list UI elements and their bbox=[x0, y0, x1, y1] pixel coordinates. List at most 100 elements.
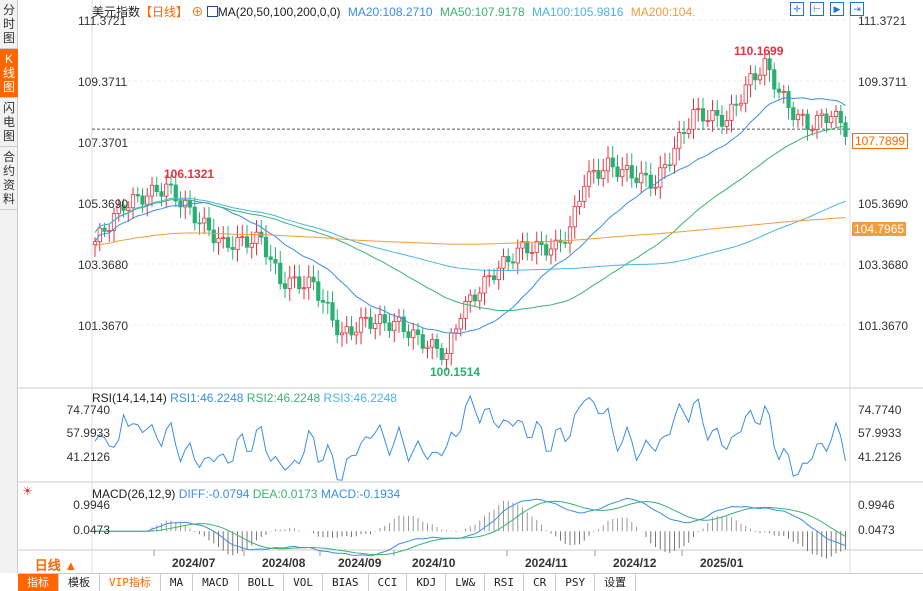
candle-body bbox=[168, 183, 174, 186]
ma100-value: MA100:105.9816 bbox=[531, 5, 624, 19]
tab-cci[interactable]: CCI bbox=[369, 574, 408, 591]
tab-kdj[interactable]: KDJ bbox=[407, 574, 447, 591]
date-label: 2024/09 bbox=[338, 556, 382, 570]
candle-body bbox=[368, 316, 373, 329]
candle-body bbox=[453, 328, 459, 334]
candle-body bbox=[496, 267, 501, 281]
tab-settings[interactable]: 设置 bbox=[595, 574, 637, 591]
candle-body bbox=[795, 114, 801, 121]
candle-body bbox=[705, 120, 710, 123]
candle-body bbox=[643, 172, 649, 176]
candle-body bbox=[653, 186, 658, 189]
candle-body bbox=[814, 115, 820, 130]
tab-vol[interactable]: VOL bbox=[284, 574, 323, 591]
settings-sun-icon[interactable]: ☀ bbox=[22, 484, 33, 498]
candle-body bbox=[772, 69, 777, 90]
candle-body bbox=[757, 74, 763, 81]
candle-body bbox=[335, 319, 340, 336]
tab-lw[interactable]: LW& bbox=[446, 574, 486, 591]
tab-flash[interactable]: 闪电图 bbox=[0, 98, 18, 147]
tab-kline[interactable]: K线图 bbox=[0, 49, 18, 98]
candle-body bbox=[482, 276, 487, 294]
tab-vip-indicator[interactable]: VIP指标 bbox=[100, 574, 161, 591]
tab-timeshare[interactable]: 分时图 bbox=[0, 0, 18, 49]
candle-body bbox=[577, 200, 582, 207]
candle-body bbox=[686, 128, 691, 134]
price-axis-label: 109.3711 bbox=[858, 75, 908, 89]
rsi-axis-label: 57.9933 bbox=[858, 426, 902, 440]
candle-body bbox=[102, 227, 107, 232]
candle-body bbox=[235, 236, 240, 250]
candle-body bbox=[320, 300, 326, 303]
tab-contract-info[interactable]: 合约资料 bbox=[0, 147, 18, 210]
tab-rsi[interactable]: RSI bbox=[485, 574, 524, 591]
candle-body bbox=[425, 346, 430, 349]
candle-body bbox=[458, 317, 463, 330]
candle-body bbox=[406, 331, 411, 338]
diff-value: DIFF:-0.0794 bbox=[178, 487, 250, 501]
tab-ma[interactable]: MA bbox=[161, 574, 194, 591]
price-axis-label: 103.3680 bbox=[78, 258, 129, 272]
candle-body bbox=[325, 301, 330, 304]
candle-body bbox=[363, 316, 368, 319]
candle-body bbox=[154, 184, 159, 193]
macd-axis-label: 0.0473 bbox=[73, 523, 110, 537]
candle-body bbox=[833, 110, 839, 117]
candle-body bbox=[525, 241, 530, 254]
candle-body bbox=[605, 157, 611, 172]
play-icon[interactable]: ▶ bbox=[830, 2, 844, 16]
candle-body bbox=[776, 88, 782, 93]
tab-psy[interactable]: PSY bbox=[556, 574, 596, 591]
price-axis-label: 101.3670 bbox=[858, 319, 909, 333]
tab-bias[interactable]: BIAS bbox=[323, 574, 369, 591]
rsi-axis-label: 41.2126 bbox=[66, 450, 110, 464]
candle-body bbox=[344, 326, 349, 334]
candle-body bbox=[216, 237, 221, 244]
rsi2-value: RSI2:46.2248 bbox=[246, 391, 321, 405]
tab-template[interactable]: 模板 bbox=[59, 574, 100, 591]
tab-cr[interactable]: CR bbox=[524, 574, 557, 591]
candle-body bbox=[710, 109, 715, 122]
ma200-value: MA200:104. bbox=[630, 5, 696, 19]
high-annotation: 106.1321 bbox=[164, 167, 215, 181]
candle-body bbox=[249, 243, 254, 248]
candle-body bbox=[501, 256, 506, 269]
period-selector[interactable]: 日线 ▲ bbox=[20, 555, 92, 574]
candle-body bbox=[624, 165, 630, 170]
candle-body bbox=[529, 252, 535, 254]
candle-body bbox=[202, 217, 207, 224]
indicator-chart-icon[interactable] bbox=[206, 6, 218, 17]
candle-body bbox=[696, 108, 701, 111]
candle-body bbox=[468, 294, 473, 302]
candle-body bbox=[145, 195, 150, 205]
ma50-value: MA50:107.9178 bbox=[439, 5, 525, 19]
candle-body bbox=[677, 132, 682, 149]
candle-body bbox=[430, 339, 435, 348]
candle-body bbox=[620, 168, 625, 178]
candle-body bbox=[311, 276, 316, 283]
candle-body bbox=[263, 236, 269, 258]
zoom-range-icon[interactable]: ⊢ bbox=[810, 2, 824, 16]
candle-body bbox=[753, 73, 758, 81]
candle-body bbox=[563, 241, 568, 244]
candle-body bbox=[434, 339, 440, 349]
candle-body bbox=[719, 114, 725, 127]
candle-body bbox=[724, 120, 729, 127]
ma200-tag: 104.7965 bbox=[852, 222, 907, 236]
kline-chart[interactable]: 美元指数【日线】 ⊕ MA(20,50,100,200,0,0) MA20:10… bbox=[18, 0, 923, 573]
candle-body bbox=[634, 177, 639, 184]
candle-body bbox=[358, 317, 364, 333]
crosshair-icon[interactable]: ⊕ bbox=[191, 5, 203, 19]
price-axis-label: 105.3690 bbox=[858, 197, 909, 211]
candle-body bbox=[164, 183, 169, 197]
crosshair-tool-icon[interactable]: ✛ bbox=[790, 2, 804, 16]
candle-body bbox=[591, 170, 596, 173]
tab-macd[interactable]: MACD bbox=[193, 574, 239, 591]
date-label: 2025/01 bbox=[700, 556, 744, 570]
candle-body bbox=[515, 247, 520, 264]
candle-body bbox=[149, 184, 155, 197]
candle-body bbox=[781, 91, 786, 93]
tab-indicator[interactable]: 指标 bbox=[18, 574, 59, 591]
candle-body bbox=[377, 314, 383, 324]
tab-boll[interactable]: BOLL bbox=[239, 574, 285, 591]
